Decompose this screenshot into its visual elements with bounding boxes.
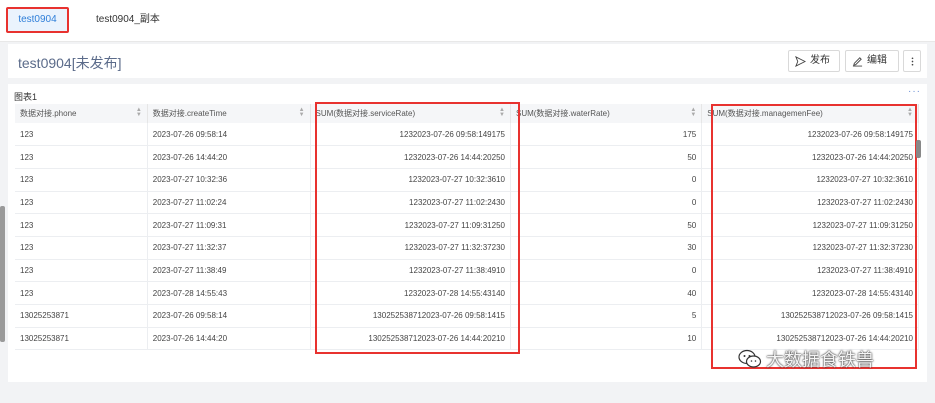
table-cell: 2023-07-26 09:58:14 <box>147 304 311 328</box>
table-cell: 5 <box>510 304 703 328</box>
page: test0904 test0904_副本 test0904[未发布] 发布 编辑… <box>0 0 935 403</box>
chart-more-button[interactable]: ··· <box>908 86 921 97</box>
table-cell: 2023-07-26 14:44:20 <box>147 327 311 351</box>
publish-button[interactable]: 发布 <box>788 50 840 72</box>
chart-title: 图表1 <box>14 92 38 102</box>
table-cell: 2023-07-27 11:02:24 <box>147 191 311 215</box>
tab-bar: test0904 test0904_副本 <box>0 0 935 42</box>
table-scrollbar[interactable] <box>916 140 921 158</box>
table-cell: 2023-07-28 14:55:43 <box>147 281 311 305</box>
table-cell: 123 <box>15 168 148 192</box>
column-header-label: SUM(数据对接.waterRate) <box>515 109 610 118</box>
send-icon <box>795 55 806 67</box>
table-cell: 175 <box>510 123 703 147</box>
tab-test0904-copy[interactable]: test0904_副本 <box>86 8 170 32</box>
more-options-button[interactable] <box>903 50 921 72</box>
sort-icon[interactable]: ▲ ▼ <box>299 107 305 118</box>
tab-test0904[interactable]: test0904 <box>6 7 69 33</box>
dashboard-header: test0904[未发布] 发布 编辑 <box>8 44 927 78</box>
table-cell: 0 <box>510 191 703 215</box>
column-header[interactable]: 数据对接.createTime ▲ ▼ <box>147 104 311 123</box>
edit-label: 编辑 <box>867 55 887 66</box>
table-cell: 0 <box>510 259 703 283</box>
pencil-icon <box>852 56 863 67</box>
table-cell: 0 <box>510 168 703 192</box>
publish-label: 发布 <box>810 55 830 66</box>
table-cell: 123 <box>15 191 148 215</box>
table-cell: 10 <box>510 327 703 351</box>
table-cell: 2023-07-27 11:38:49 <box>147 259 311 283</box>
table-cell: 30 <box>510 236 703 260</box>
column-header-label: 数据对接.phone <box>20 109 77 118</box>
wechat-icon <box>738 349 762 368</box>
table-cell: 40 <box>510 281 703 305</box>
watermark: 大数据食铁兽 <box>738 346 874 372</box>
table-cell: 2023-07-27 10:32:36 <box>147 168 311 192</box>
table-cell: 123 <box>15 259 148 283</box>
table-cell: 2023-07-27 11:32:37 <box>147 236 311 260</box>
table-cell: 13025253871 <box>15 327 148 351</box>
column-header[interactable]: SUM(数据对接.waterRate) ▲ ▼ <box>510 104 703 123</box>
table-cell: 2023-07-26 14:44:20 <box>147 145 311 169</box>
table-cell: 50 <box>510 213 703 237</box>
edit-button[interactable]: 编辑 <box>845 50 899 72</box>
table-cell: 50 <box>510 145 703 169</box>
sort-icon[interactable]: ▲ ▼ <box>136 107 142 118</box>
page-title: test0904[未发布] <box>18 55 122 71</box>
table-cell: 2023-07-26 09:58:14 <box>147 123 311 147</box>
highlight-box-servicerate <box>315 102 520 354</box>
table-cell: 123 <box>15 281 148 305</box>
table-cell: 123 <box>15 123 148 147</box>
table-cell: 123 <box>15 236 148 260</box>
vertical-dots-icon <box>911 56 913 66</box>
table-cell: 123 <box>15 213 148 237</box>
table-cell: 13025253871 <box>15 304 148 328</box>
column-header-label: 数据对接.createTime <box>152 109 227 118</box>
table-cell: 123 <box>15 145 148 169</box>
table-cell: 2023-07-27 11:09:31 <box>147 213 311 237</box>
sort-icon[interactable]: ▲ ▼ <box>690 107 696 118</box>
page-scrollbar[interactable] <box>0 206 5 342</box>
highlight-box-managemenfee <box>711 104 917 369</box>
column-header[interactable]: 数据对接.phone ▲ ▼ <box>15 104 148 123</box>
watermark-text: 大数据食铁兽 <box>766 350 874 371</box>
